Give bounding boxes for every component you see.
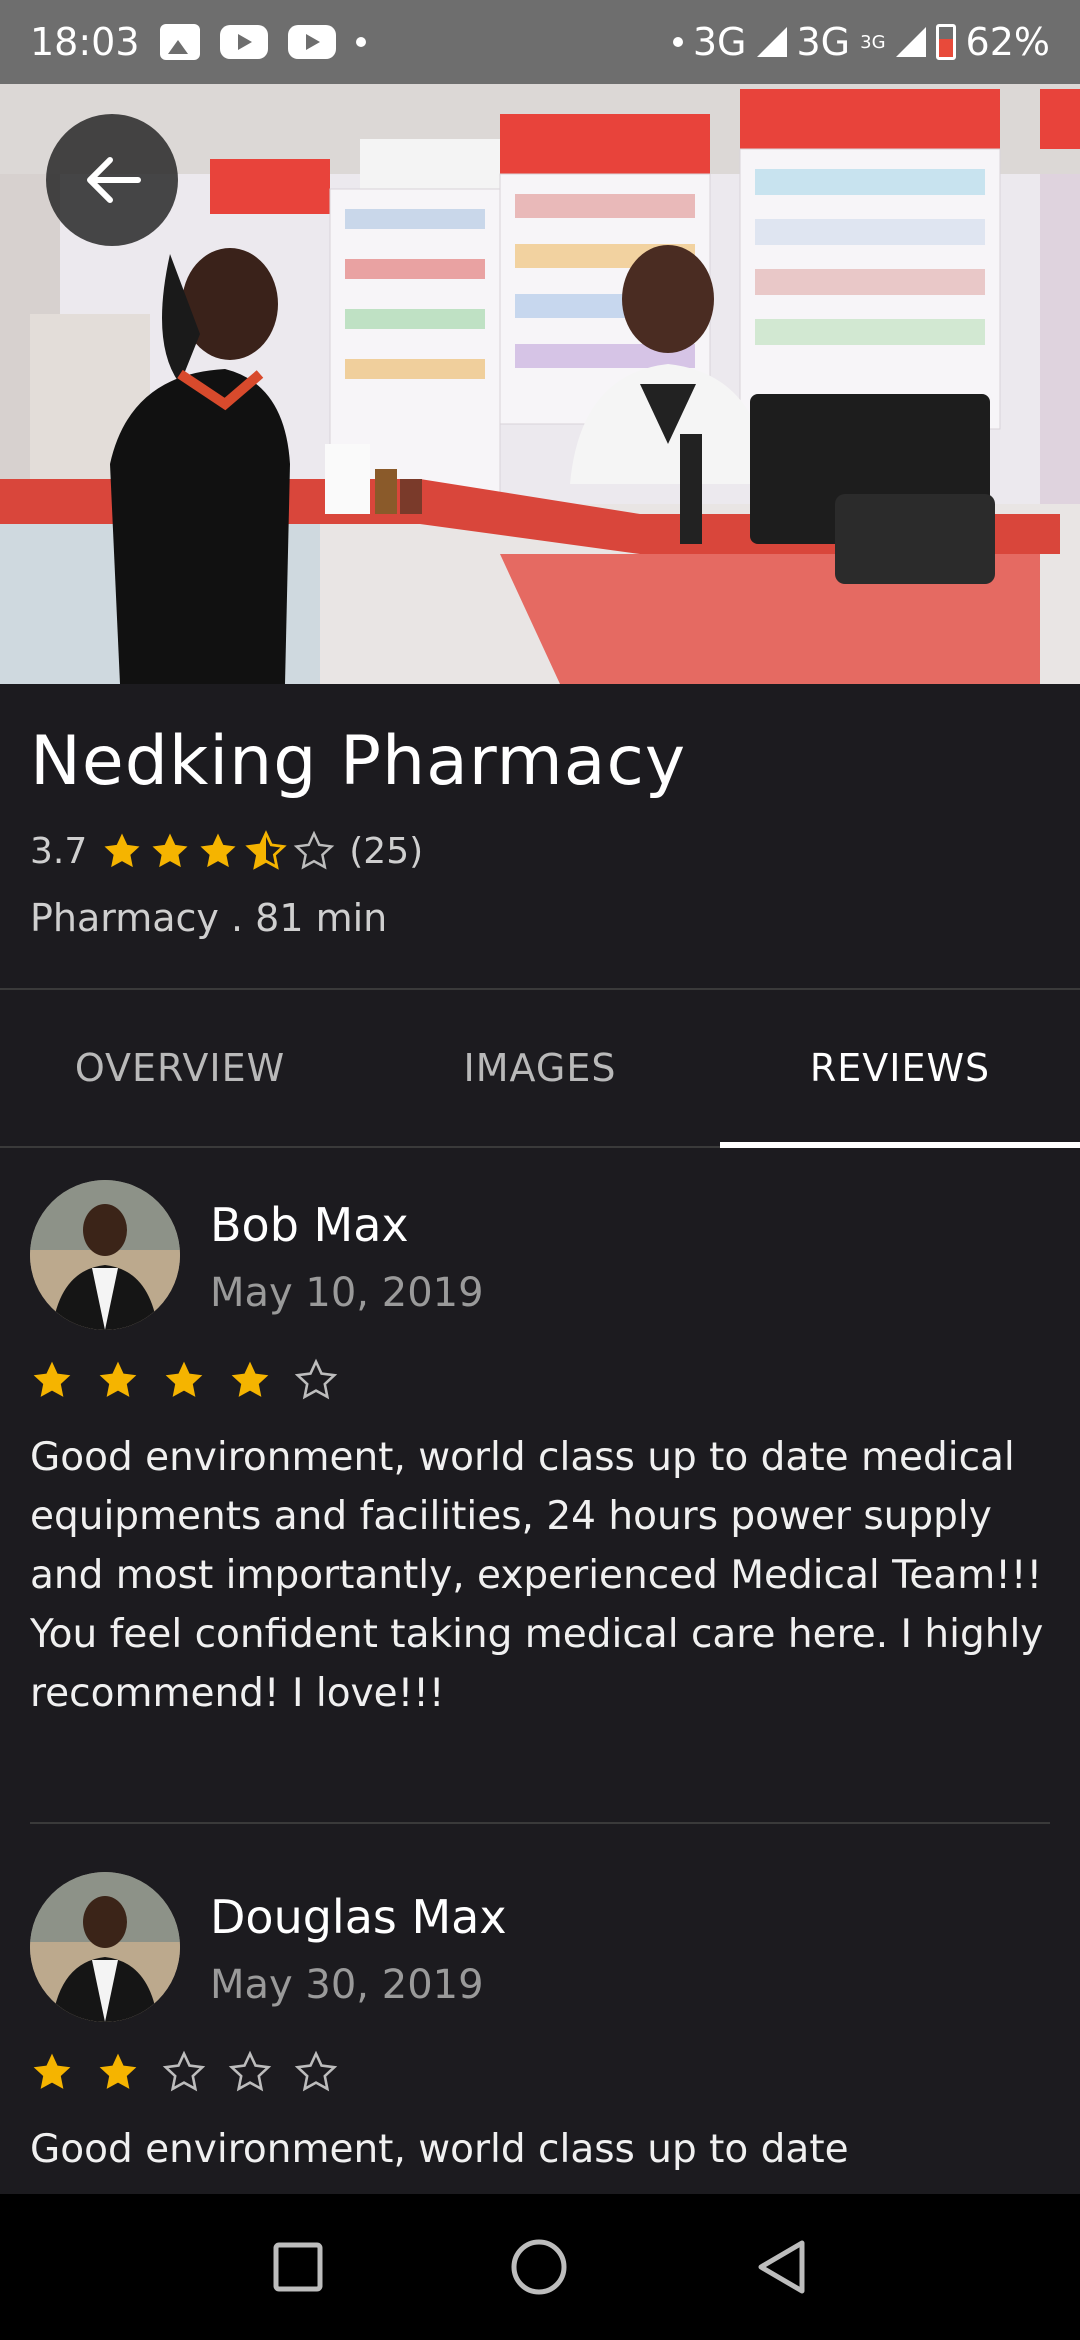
category-duration: Pharmacy . 81 min [30, 896, 388, 940]
review-date: May 10, 2019 [210, 1270, 484, 1316]
review-item: Douglas Max May 30, 2019 Good environmen… [30, 1872, 1050, 2194]
rating-row: 3.7 (25) [30, 830, 423, 872]
review-stars [30, 2050, 338, 2094]
review-text: Good environment, world class up to date… [30, 1435, 1044, 1716]
star-filled-icon [152, 833, 188, 868]
status-bar: 18:03 3G 3G 3G 62% [0, 0, 1080, 84]
star-filled-icon [99, 2053, 137, 2089]
back-nav-button[interactable] [755, 2239, 807, 2295]
tab-images[interactable]: IMAGES [360, 990, 720, 1146]
youtube-notification-icon [287, 25, 336, 59]
network-type-2-superscript: 3G [860, 31, 886, 53]
star-empty-icon [294, 830, 335, 870]
rating-stars [101, 830, 335, 872]
system-nav-bar [0, 2194, 1080, 2340]
more-notifications-icon [355, 37, 366, 47]
avatar [30, 1180, 180, 1330]
network-type-2: 3G [796, 20, 851, 64]
star-filled-icon [231, 1361, 269, 1397]
star-half-icon [245, 830, 287, 870]
star-filled-icon [99, 1361, 137, 1397]
review-stars [30, 1358, 338, 1402]
tab-bar: OVERVIEW IMAGES REVIEWS [0, 988, 1080, 1148]
star-filled-icon [104, 833, 140, 868]
signal-icon [756, 27, 787, 57]
avatar [30, 1872, 180, 2022]
place-title: Nedking Pharmacy [30, 722, 687, 801]
tab-reviews[interactable]: REVIEWS [720, 990, 1080, 1148]
youtube-notification-icon [219, 25, 268, 59]
review-count: (25) [349, 830, 424, 872]
star-filled-icon [33, 2053, 71, 2089]
star-empty-icon [228, 2050, 272, 2092]
alert-dot-icon [672, 37, 683, 47]
home-button[interactable] [509, 2237, 569, 2297]
tab-overview[interactable]: OVERVIEW [0, 990, 360, 1146]
back-button[interactable] [46, 114, 178, 246]
star-empty-icon [294, 2050, 338, 2092]
review-date: May 30, 2019 [210, 1962, 484, 2008]
rating-value: 3.7 [30, 830, 88, 872]
review-text: Good environment, world class up to date [30, 2127, 849, 2172]
image-notification-icon [159, 24, 200, 60]
recents-button[interactable] [273, 2242, 323, 2292]
reviewer-name: Bob Max [210, 1198, 409, 1252]
review-divider [30, 1822, 1050, 1824]
arrow-left-icon [87, 157, 141, 203]
signal-icon [895, 27, 926, 57]
star-empty-icon [162, 2050, 206, 2092]
star-filled-icon [200, 833, 236, 868]
review-item: Bob Max May 10, 2019 Good environment, w… [30, 1180, 1050, 1800]
star-empty-icon [294, 1358, 338, 1400]
network-type-1: 3G [692, 20, 747, 64]
clock: 18:03 [30, 20, 140, 64]
reviewer-name: Douglas Max [210, 1890, 507, 1944]
star-filled-icon [33, 1361, 71, 1397]
star-filled-icon [165, 1361, 203, 1397]
battery-icon [935, 24, 956, 60]
battery-level: 62% [965, 20, 1050, 64]
